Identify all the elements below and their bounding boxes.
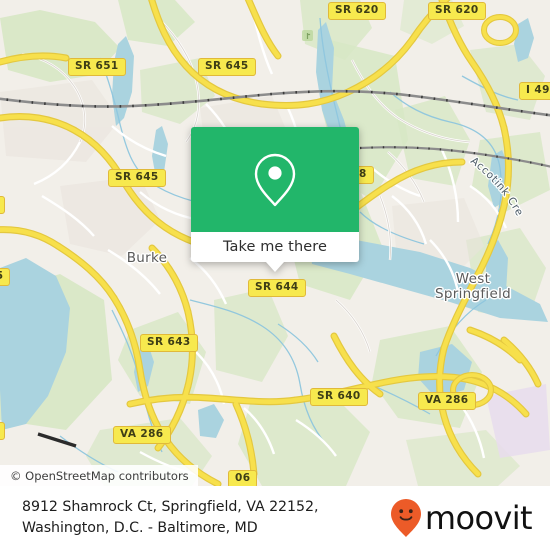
moovit-smiley-pin-icon: [390, 499, 421, 537]
moovit-logo[interactable]: moovit: [390, 498, 533, 538]
road-shield-sr-643[interactable]: SR 643: [140, 334, 198, 352]
card-footer[interactable]: Take me there: [191, 232, 359, 272]
map-pin-icon: [254, 153, 296, 206]
road-shield-edge-left-b[interactable]: 45: [0, 268, 11, 286]
road-shield-sr-651[interactable]: SR 651: [68, 58, 126, 76]
map-screenshot-page: Accotink Creek Burke West Springfield SR…: [0, 0, 550, 550]
osm-attribution-text: © OpenStreetMap contributors: [10, 468, 189, 483]
card-pointer-tail: [266, 262, 284, 272]
road-shield-va-286-b[interactable]: VA 286: [113, 426, 171, 444]
road-shield-va-286-a[interactable]: VA 286: [418, 392, 476, 410]
road-shield-sr-645-a[interactable]: SR 645: [198, 58, 256, 76]
road-shield-sr-620-b[interactable]: SR 620: [428, 2, 486, 20]
card-header: [191, 127, 359, 232]
moovit-wordmark: moovit: [424, 499, 533, 537]
address-line-2: Washington, D.C. - Baltimore, MD: [22, 520, 258, 536]
take-me-there-label: Take me there: [222, 239, 328, 255]
road-shield-sr-644[interactable]: SR 644: [248, 279, 306, 297]
address-block: 8912 Shamrock Ct, Springfield, VA 22152,…: [22, 497, 318, 539]
road-shield-edge-bottom[interactable]: 06: [228, 470, 258, 486]
road-shield-edge-left-a[interactable]: 3: [0, 196, 5, 214]
road-shield-i-495[interactable]: I 495: [519, 82, 550, 100]
road-shield-sr-645-b[interactable]: SR 645: [108, 169, 166, 187]
address-line-1: 8912 Shamrock Ct, Springfield, VA 22152,: [22, 499, 319, 515]
park-icon: [302, 30, 313, 41]
road-shield-edge-left-c[interactable]: 3: [0, 422, 5, 440]
take-me-there-card[interactable]: Take me there: [191, 127, 359, 272]
map-canvas[interactable]: Accotink Creek Burke West Springfield SR…: [0, 0, 550, 486]
road-shield-sr-620-a[interactable]: SR 620: [328, 2, 386, 20]
osm-attribution[interactable]: © OpenStreetMap contributors: [0, 465, 198, 486]
road-shield-sr-640[interactable]: SR 640: [310, 388, 368, 406]
footer-bar: 8912 Shamrock Ct, Springfield, VA 22152,…: [0, 486, 550, 550]
